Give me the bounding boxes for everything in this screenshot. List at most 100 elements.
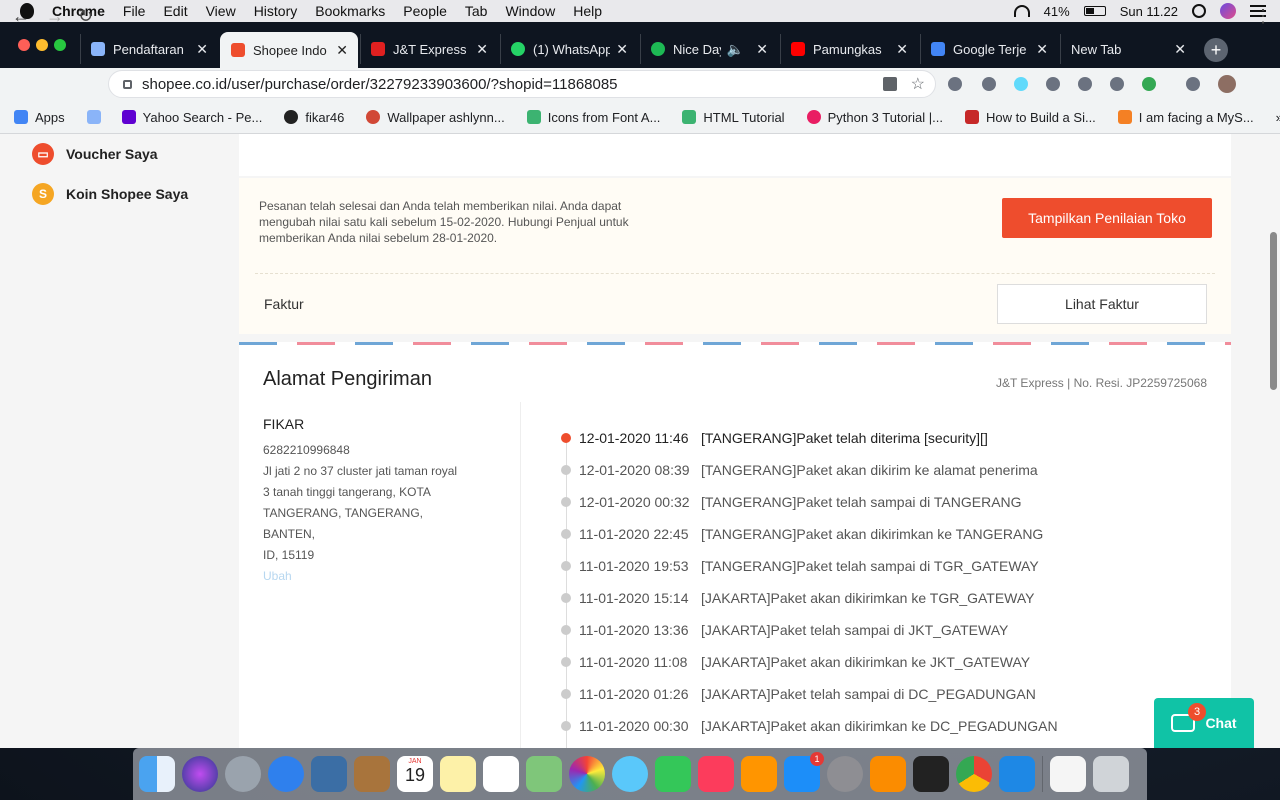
- lock-icon[interactable]: [123, 79, 132, 89]
- menu-view[interactable]: View: [206, 3, 236, 19]
- profile-avatar[interactable]: [1218, 75, 1236, 93]
- document-icon[interactable]: [1050, 756, 1086, 792]
- browser-tab-active[interactable]: Shopee Indo ✕: [220, 32, 358, 68]
- notes-icon[interactable]: [440, 756, 476, 792]
- close-tab-icon[interactable]: ✕: [756, 41, 768, 58]
- show-shop-rating-button[interactable]: Tampilkan Penilaian Toko: [1002, 198, 1212, 238]
- bookmark-item[interactable]: fikar46: [284, 110, 344, 125]
- music-icon[interactable]: [698, 756, 734, 792]
- close-tab-icon[interactable]: ✕: [336, 42, 348, 59]
- browser-tab[interactable]: Pendaftaran ✕: [80, 34, 218, 64]
- zoom-window-icon[interactable]: [54, 39, 66, 51]
- reminders-icon[interactable]: [483, 756, 519, 792]
- extension-icon[interactable]: [1186, 77, 1200, 91]
- extension-icon[interactable]: [1142, 77, 1156, 91]
- settings-icon[interactable]: [827, 756, 863, 792]
- bookmark-item[interactable]: [86, 110, 108, 124]
- calendar-icon[interactable]: JAN 19: [397, 756, 433, 792]
- close-tab-icon[interactable]: ✕: [196, 41, 208, 58]
- menu-window[interactable]: Window: [505, 3, 555, 19]
- address-bar[interactable]: shopee.co.id/user/purchase/order/3227923…: [108, 70, 936, 98]
- new-tab-button[interactable]: +: [1204, 38, 1228, 62]
- menu-file[interactable]: File: [123, 3, 146, 19]
- bookmark-item[interactable]: Wallpaper ashlynn...: [366, 109, 505, 125]
- chrome-icon[interactable]: [956, 756, 992, 792]
- sidebar-item-coins[interactable]: S Koin Shopee Saya: [32, 183, 188, 205]
- browser-tab[interactable]: Pamungkas ✕: [780, 34, 918, 64]
- bookmark-label: Wallpaper ashlynn...: [387, 109, 505, 125]
- maps-icon[interactable]: [526, 756, 562, 792]
- forward-arrow-icon[interactable]: →: [46, 6, 64, 27]
- user-avatar-icon[interactable]: [1220, 3, 1236, 19]
- more-menu-icon[interactable]: ⋮: [1254, 6, 1272, 27]
- close-tab-icon[interactable]: ✕: [1036, 41, 1048, 58]
- messages-icon[interactable]: [612, 756, 648, 792]
- close-tab-icon[interactable]: ✕: [616, 41, 628, 58]
- menu-bookmarks[interactable]: Bookmarks: [315, 3, 385, 19]
- bookmark-favicon-icon: [806, 110, 821, 124]
- close-tab-icon[interactable]: ✕: [896, 41, 908, 58]
- extension-icon[interactable]: [948, 77, 962, 91]
- menu-help[interactable]: Help: [573, 3, 602, 19]
- tab-favicon-icon: [511, 42, 525, 56]
- view-invoice-button[interactable]: Lihat Faktur: [997, 284, 1207, 324]
- page-scrollbar[interactable]: [1270, 232, 1277, 390]
- back-arrow-icon[interactable]: ←: [12, 6, 30, 27]
- facetime-icon[interactable]: [655, 756, 691, 792]
- vscode-icon[interactable]: [999, 756, 1035, 792]
- browser-tab[interactable]: Google Terje ✕: [920, 34, 1058, 64]
- eagle-icon[interactable]: [311, 756, 347, 792]
- bookmark-item[interactable]: How to Build a Si...: [964, 109, 1096, 125]
- xampp-icon[interactable]: [870, 756, 906, 792]
- bookmark-apps[interactable]: Apps: [14, 110, 65, 125]
- edit-address-link[interactable]: Ubah: [263, 566, 473, 587]
- speaker-icon[interactable]: 🔈: [727, 41, 744, 58]
- react-devtools-icon[interactable]: [1014, 77, 1028, 91]
- bookmark-item[interactable]: Icons from Font A...: [526, 110, 660, 125]
- minimize-window-icon[interactable]: [36, 39, 48, 51]
- reload-icon[interactable]: ↻: [78, 6, 93, 27]
- close-window-icon[interactable]: [18, 39, 30, 51]
- extension-icon[interactable]: [982, 77, 996, 91]
- bookmark-item[interactable]: Yahoo Search - Pe...: [121, 110, 262, 125]
- extension-icon[interactable]: [1078, 77, 1092, 91]
- clock[interactable]: Sun 11.22: [1120, 4, 1178, 19]
- sidebar-item-voucher[interactable]: ▭ Voucher Saya: [32, 143, 158, 165]
- address-bar-url[interactable]: shopee.co.id/user/purchase/order/3227923…: [142, 76, 883, 93]
- books-icon[interactable]: [741, 756, 777, 792]
- bookmark-favicon-icon: [366, 110, 381, 124]
- spotlight-icon[interactable]: [1192, 4, 1206, 18]
- bookmark-item[interactable]: Python 3 Tutorial |...: [806, 110, 943, 125]
- menu-edit[interactable]: Edit: [163, 3, 187, 19]
- battery-icon[interactable]: [1083, 6, 1106, 16]
- siri-icon[interactable]: [182, 756, 218, 792]
- browser-tab[interactable]: (1) WhatsApp ✕: [500, 34, 638, 64]
- browser-tab[interactable]: Nice Day 🔈 ✕: [640, 34, 778, 64]
- bookmark-star-icon[interactable]: ☆: [911, 74, 925, 94]
- browser-tab[interactable]: J&T Express ✕: [360, 34, 498, 64]
- bookmarks-overflow-icon[interactable]: »: [1276, 110, 1280, 125]
- timeline-text: [JAKARTA]Paket telah sampai di DC_PEGADU…: [701, 686, 1036, 702]
- safari-icon[interactable]: [268, 756, 304, 792]
- extension-icon[interactable]: [1110, 77, 1124, 91]
- launchpad-icon[interactable]: [225, 756, 261, 792]
- bookmarks-bar: Apps Yahoo Search - Pe... fikar46 Wallpa…: [0, 101, 1280, 134]
- menu-people[interactable]: People: [403, 3, 447, 19]
- close-tab-icon[interactable]: ✕: [1174, 41, 1186, 58]
- extension-icon[interactable]: [1046, 77, 1060, 91]
- bookmark-label: How to Build a Si...: [985, 109, 1096, 125]
- wifi-icon[interactable]: [1013, 5, 1030, 17]
- browser-tab[interactable]: New Tab ✕: [1060, 34, 1196, 64]
- menu-tab[interactable]: Tab: [465, 3, 488, 19]
- menu-history[interactable]: History: [254, 3, 298, 19]
- terminal-icon[interactable]: [913, 756, 949, 792]
- translate-icon[interactable]: [882, 77, 897, 91]
- close-tab-icon[interactable]: ✕: [476, 41, 488, 58]
- photos-icon[interactable]: [569, 756, 605, 792]
- appstore-icon[interactable]: 1: [784, 752, 824, 792]
- bookmark-item[interactable]: HTML Tutorial: [682, 110, 785, 125]
- trash-icon[interactable]: [1093, 756, 1129, 792]
- bookmark-item[interactable]: I am facing a MyS...: [1117, 110, 1254, 125]
- finder-icon[interactable]: [139, 756, 175, 792]
- notes-brown-icon[interactable]: [354, 756, 390, 792]
